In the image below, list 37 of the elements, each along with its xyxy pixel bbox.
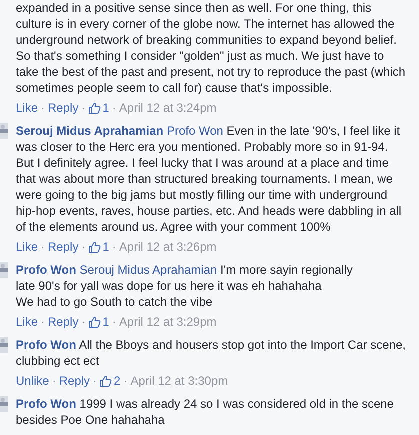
reply-link[interactable]: Reply (48, 239, 79, 255)
like-count: 1 (102, 314, 110, 330)
timestamp[interactable]: April 12 at 3:24pm (119, 100, 217, 116)
separator-dot: · (82, 239, 86, 255)
thumbs-up-icon[interactable] (100, 375, 112, 387)
like-count: 1 (102, 239, 110, 255)
separator-dot: · (41, 100, 46, 116)
comment-text: Profo Won Serouj Midus Aprahamian I'm more sayin regionally late 90's for yall was dope for us here it was eh hahahaha We had to go South to catch the vibe (16, 262, 354, 310)
separator-dot: · (82, 314, 86, 330)
separator-dot: · (112, 239, 116, 255)
separator-dot: · (112, 314, 116, 330)
reply-link[interactable]: Reply (48, 100, 79, 116)
thumbs-up-icon[interactable] (88, 102, 101, 114)
like-link[interactable]: Unlike (16, 373, 50, 389)
reply-link[interactable]: Reply (48, 314, 79, 330)
reply-link[interactable]: Reply (59, 373, 90, 389)
separator-dot: · (41, 314, 46, 330)
like-link[interactable]: Like (16, 314, 38, 330)
like-count: 1 (102, 100, 110, 116)
separator-dot: · (93, 373, 98, 389)
comment-text: Profo Won All the Bboys and housers stop got into the Import Car scene, clubbing ect ect (16, 337, 407, 369)
like-link[interactable]: Like (16, 100, 38, 116)
separator-dot: · (82, 100, 86, 116)
like-link[interactable]: Like (16, 239, 38, 255)
timestamp[interactable]: April 12 at 3:29pm (119, 314, 217, 330)
separator-dot: · (52, 373, 56, 389)
comment-text: expanded in a positive sense since then as well. For one thing, this culture is in every corner of the globe now. The internet has allowed the underground network of breaking communities to expand beyond belief. So that's something I consider "golden" just as much. We just have to take the best of the past and present, not try to reproduce the past (which sometimes people seem to call for) cause that's impossible. (16, 0, 407, 96)
timestamp[interactable]: April 12 at 3:30pm (130, 373, 228, 389)
separator-dot: · (41, 239, 46, 255)
separator-dot: · (124, 373, 128, 389)
comment-text: Serouj Midus Aprahamian Profo Won Even in the late '90's, I feel like it was closer to the Herc era you mentioned. Probably more so in 91-94. But I definitely agree. I feel lucky that I was around at a place and time that was about more than structured breaking tournaments. I mean, we were going to the big jams but mostly filling our time with underground hip-hop events, raves, house parties, etc. And heads were dabbling in all of the elements around us. Agree with your comment 100% (16, 123, 403, 235)
thumbs-up-icon[interactable] (88, 316, 101, 328)
like-count: 2 (114, 373, 121, 389)
separator-dot: · (112, 100, 116, 116)
thumbs-up-icon[interactable] (88, 241, 101, 253)
timestamp[interactable]: April 12 at 3:26pm (119, 239, 217, 255)
comment-text: Profo Won 1999 I was already 24 so I was considered old in the scene besides Poe One hahahaha (16, 396, 395, 428)
